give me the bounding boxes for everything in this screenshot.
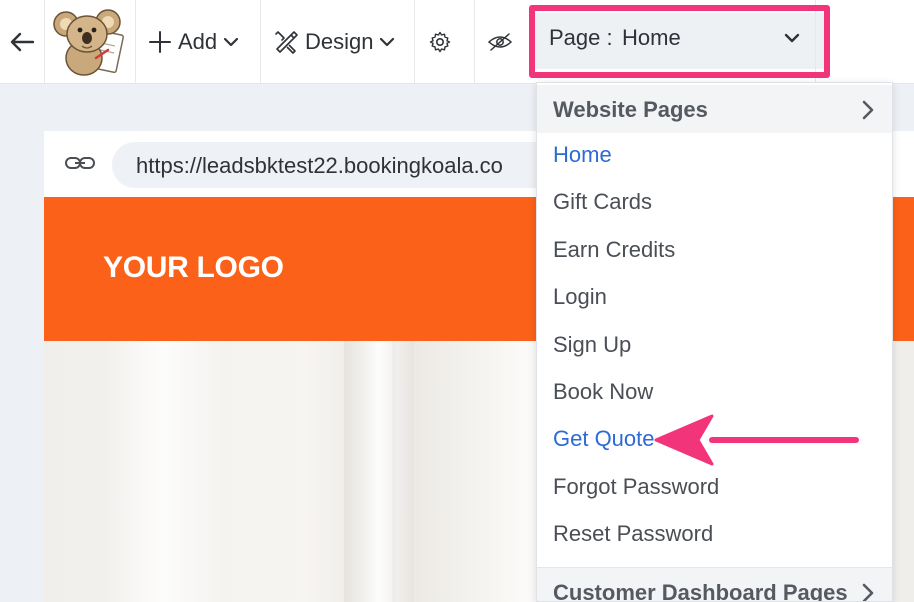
section-label: Website Pages	[553, 97, 708, 122]
toolbar-divider	[135, 0, 136, 84]
menu-item-forgot-password[interactable]: Forgot Password	[553, 474, 719, 500]
koala-logo[interactable]	[52, 4, 132, 78]
add-button-label: Add	[178, 29, 218, 54]
menu-item-sign-up[interactable]: Sign Up	[553, 332, 631, 358]
chevron-right-icon	[861, 582, 875, 601]
page-select-dropdown[interactable]: Page : Home	[533, 13, 824, 69]
toolbar-divider	[260, 0, 261, 84]
hero-curtain	[104, 341, 224, 602]
design-tools-icon	[275, 31, 298, 54]
chevron-down-icon	[783, 31, 801, 49]
site-logo: YOUR LOGO	[103, 251, 284, 284]
page-dropdown-menu: Website Pages Home Gift Cards Earn Credi…	[536, 82, 893, 602]
menu-item-home[interactable]: Home	[553, 142, 612, 168]
menu-item-book-now[interactable]: Book Now	[553, 379, 653, 405]
menu-item-reset-password[interactable]: Reset Password	[553, 521, 713, 547]
chevron-down-icon	[379, 36, 395, 48]
toolbar-divider	[44, 0, 45, 84]
design-button-label: Design	[305, 29, 374, 54]
section-customer-dashboard-pages[interactable]: Customer Dashboard Pages	[537, 567, 892, 602]
chevron-right-icon	[861, 99, 875, 126]
link-icon	[64, 151, 96, 180]
design-button[interactable]: Design	[273, 0, 395, 84]
section-website-pages[interactable]: Website Pages	[537, 85, 892, 133]
settings-button[interactable]	[415, 0, 465, 84]
back-button[interactable]	[0, 0, 44, 84]
chevron-down-icon	[223, 36, 239, 48]
toolbar-divider	[815, 0, 816, 84]
hero-curtain	[344, 341, 414, 602]
gear-icon	[429, 31, 451, 53]
menu-item-earn-credits[interactable]: Earn Credits	[553, 237, 675, 263]
menu-item-gift-cards[interactable]: Gift Cards	[553, 189, 652, 215]
annotation-arrow	[654, 414, 859, 466]
menu-item-login[interactable]: Login	[553, 284, 607, 310]
eye-off-icon	[487, 33, 513, 51]
page-select-label: Page :	[549, 25, 613, 50]
top-toolbar: Add Design Page : Home	[0, 0, 914, 84]
section-label: Customer Dashboard Pages	[553, 580, 848, 602]
back-arrow-icon	[10, 32, 35, 52]
add-button[interactable]: Add	[148, 0, 239, 84]
menu-item-get-quote[interactable]: Get Quote	[553, 426, 655, 452]
preview-toggle-button[interactable]	[475, 0, 525, 84]
plus-icon	[149, 31, 171, 53]
page-select-value: Home	[622, 25, 681, 50]
